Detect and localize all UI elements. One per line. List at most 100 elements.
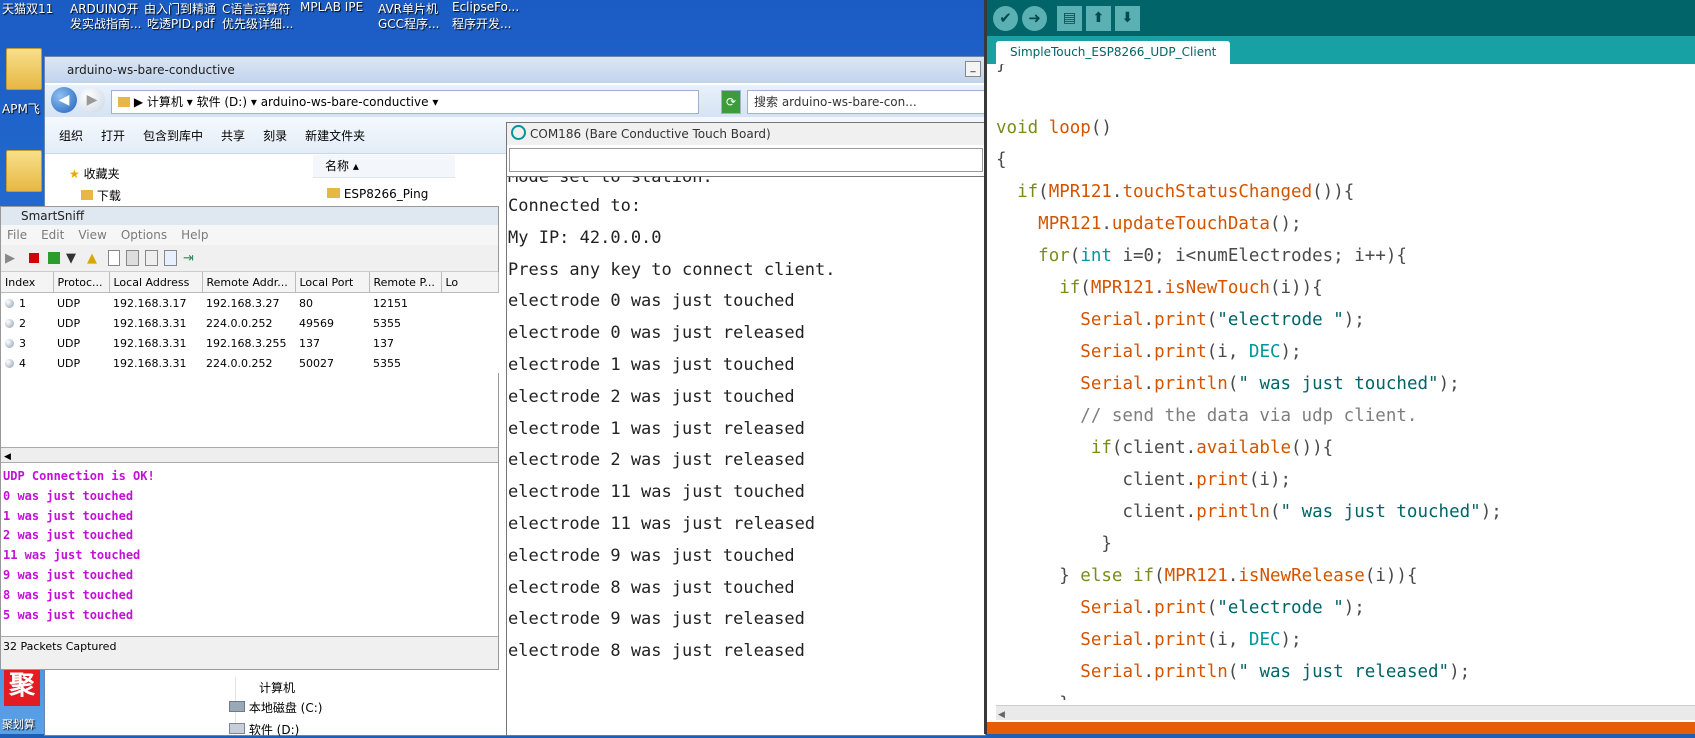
- table-cell: 192.168.3.27: [206, 296, 280, 310]
- play-icon[interactable]: ▶: [5, 251, 20, 266]
- table-cell: 192.168.3.255: [206, 336, 287, 350]
- desktop-label[interactable]: 程序开发...: [452, 15, 511, 32]
- tree-computer[interactable]: 计算机: [259, 679, 295, 696]
- window-title: COM186 (Bare Conductive Touch Board): [530, 127, 771, 141]
- table-row[interactable]: 4 UDP 192.168.3.31 224.0.0.252 50027 535…: [1, 353, 498, 373]
- breadcrumb-item[interactable]: 软件 (D:): [197, 95, 247, 109]
- warning-icon[interactable]: ▲: [87, 251, 102, 266]
- desktop-label[interactable]: 聚划算: [2, 716, 35, 732]
- smartsniff-window: SmartSniff File Edit View Options Help ▶…: [0, 206, 499, 670]
- table-cell: 2: [1, 313, 53, 333]
- desktop-label[interactable]: APM飞: [2, 100, 40, 117]
- properties-icon[interactable]: [164, 250, 177, 266]
- table-row[interactable]: 1 UDP 192.168.3.17 192.168.3.27 80 12151: [1, 293, 498, 314]
- minimize-button[interactable]: _: [965, 61, 981, 77]
- juhuasuan-icon[interactable]: 聚: [4, 666, 40, 706]
- chevron-right-icon: ▾: [250, 95, 261, 109]
- column-header-name[interactable]: 名称 ▴: [313, 155, 455, 178]
- menu-file[interactable]: File: [7, 228, 27, 242]
- tree-drive-c[interactable]: 本地磁盘 (C:): [229, 699, 322, 716]
- code-line: if(MPR121.isNewTouch(i)){: [1059, 278, 1323, 298]
- menu-help[interactable]: Help: [181, 228, 208, 242]
- desktop-label[interactable]: 发实战指南...: [70, 15, 141, 32]
- menu-options[interactable]: Options: [121, 228, 167, 242]
- code-editor[interactable]: } void loop() { if(MPR121.touchStatusChan…: [996, 64, 1695, 700]
- toolbar-burn[interactable]: 刻录: [263, 127, 287, 144]
- toolbar-share[interactable]: 共享: [221, 127, 245, 144]
- packet-icon: [5, 298, 14, 308]
- desktop-label[interactable]: 吃透PID.pdf: [147, 15, 214, 32]
- stop-icon[interactable]: [29, 253, 39, 263]
- table-cell: 224.0.0.252: [206, 356, 273, 370]
- breadcrumb[interactable]: ▶ 计算机 ▾ 软件 (D:) ▾ arduino-ws-bare-conduc…: [111, 90, 699, 114]
- column-header[interactable]: Protoc...: [53, 272, 110, 293]
- exit-icon[interactable]: ⇥: [183, 251, 198, 266]
- menu-edit[interactable]: Edit: [41, 228, 64, 242]
- nav-downloads[interactable]: 下载: [81, 187, 121, 204]
- save-icon[interactable]: ⬇: [1115, 5, 1140, 31]
- folder-icon[interactable]: [6, 48, 42, 90]
- toolbar-include-library[interactable]: 包含到库中: [143, 127, 203, 144]
- code-line: // send the data via udp client.: [996, 406, 1418, 426]
- copy-icon[interactable]: [145, 250, 158, 266]
- scroll-left-icon[interactable]: ◀: [1, 452, 11, 462]
- packet-icon: [5, 358, 14, 368]
- desktop-label[interactable]: MPLAB IPE: [300, 0, 363, 14]
- toolbar-new-folder[interactable]: 新建文件夹: [305, 127, 365, 144]
- verify-icon[interactable]: ✔: [993, 5, 1018, 31]
- search-input[interactable]: 搜索 arduino-ws-bare-con...: [747, 90, 987, 114]
- table-row[interactable]: 3 UDP 192.168.3.31 192.168.3.255 137 137: [1, 333, 498, 353]
- chevron-right-icon: ▶: [133, 95, 147, 109]
- table-cell: 3: [1, 333, 53, 353]
- tree-drive-c-label: 本地磁盘 (C:): [248, 701, 323, 715]
- capture-icon[interactable]: [48, 252, 60, 264]
- filter-icon[interactable]: ▼: [66, 251, 81, 266]
- window-title: SmartSniff: [21, 209, 85, 223]
- forward-button[interactable]: ▶: [79, 87, 105, 113]
- desktop-label[interactable]: 优先级详细...: [222, 15, 293, 32]
- upload-icon[interactable]: ➜: [1022, 5, 1047, 31]
- refresh-button[interactable]: ⟳: [721, 90, 741, 114]
- breadcrumb-item[interactable]: 计算机: [147, 95, 183, 109]
- serial-line: electrode 9 was just released: [508, 609, 805, 630]
- open-icon[interactable]: ⬆: [1086, 5, 1111, 31]
- document-icon[interactable]: [108, 250, 120, 266]
- breadcrumb-item[interactable]: arduino-ws-bare-conductive: [261, 95, 429, 109]
- code-line: } else if(MPR121.isNewRelease(i)){: [996, 566, 1418, 586]
- desktop-label[interactable]: EclipseFo...: [452, 0, 519, 14]
- column-header[interactable]: Local Port: [295, 272, 370, 293]
- tree-drive-d[interactable]: 软件 (D:): [229, 721, 299, 738]
- serial-titlebar[interactable]: COM186 (Bare Conductive Touch Board): [507, 123, 985, 145]
- smartsniff-titlebar[interactable]: SmartSniff: [1, 207, 498, 225]
- horizontal-scrollbar[interactable]: ◀: [996, 705, 1695, 720]
- column-header[interactable]: Local Address: [109, 272, 203, 293]
- folder-icon[interactable]: [6, 150, 42, 192]
- desktop-label[interactable]: GCC程序...: [378, 15, 440, 32]
- horizontal-scrollbar[interactable]: ◀: [1, 448, 498, 463]
- arduino-toolbar: ✔ ➜ ▤ ⬆ ⬇: [987, 0, 1695, 36]
- desktop-label[interactable]: 天猫双11: [2, 0, 53, 17]
- menu-view[interactable]: View: [78, 228, 106, 242]
- save-icon[interactable]: [126, 250, 139, 266]
- nav-favorites[interactable]: ★ 收藏夹: [69, 165, 120, 182]
- column-header[interactable]: Lo: [441, 272, 499, 293]
- table-cell: 192.168.3.17: [113, 296, 187, 310]
- serial-send-input[interactable]: [509, 148, 983, 172]
- toolbar-organize[interactable]: 组织: [59, 127, 83, 144]
- explorer-titlebar[interactable]: arduino-ws-bare-conductive: [45, 57, 985, 83]
- tab-sketch[interactable]: SimpleTouch_ESP8266_UDP_Client: [996, 41, 1231, 64]
- column-header[interactable]: Index: [1, 272, 54, 293]
- table-row[interactable]: 2 UDP 192.168.3.31 224.0.0.252 49569 535…: [1, 313, 498, 333]
- file-item[interactable]: ESP8266_Ping: [327, 187, 428, 201]
- serial-monitor-window: COM186 (Bare Conductive Touch Board) Mod…: [506, 122, 986, 736]
- column-header[interactable]: Remote Addr...: [202, 272, 296, 293]
- log-line: 1 was just touched: [3, 508, 134, 523]
- back-button[interactable]: ◀: [51, 87, 77, 113]
- column-header[interactable]: Remote P...: [369, 272, 442, 293]
- packet-table: Index Protoc... Local Address Remote Add…: [1, 272, 499, 448]
- scroll-left-icon[interactable]: ◀: [996, 710, 1005, 720]
- new-icon[interactable]: ▤: [1057, 5, 1082, 31]
- log-line: 9 was just touched: [3, 567, 134, 582]
- nav-downloads-label: 下载: [96, 189, 121, 203]
- toolbar-open[interactable]: 打开: [101, 127, 125, 144]
